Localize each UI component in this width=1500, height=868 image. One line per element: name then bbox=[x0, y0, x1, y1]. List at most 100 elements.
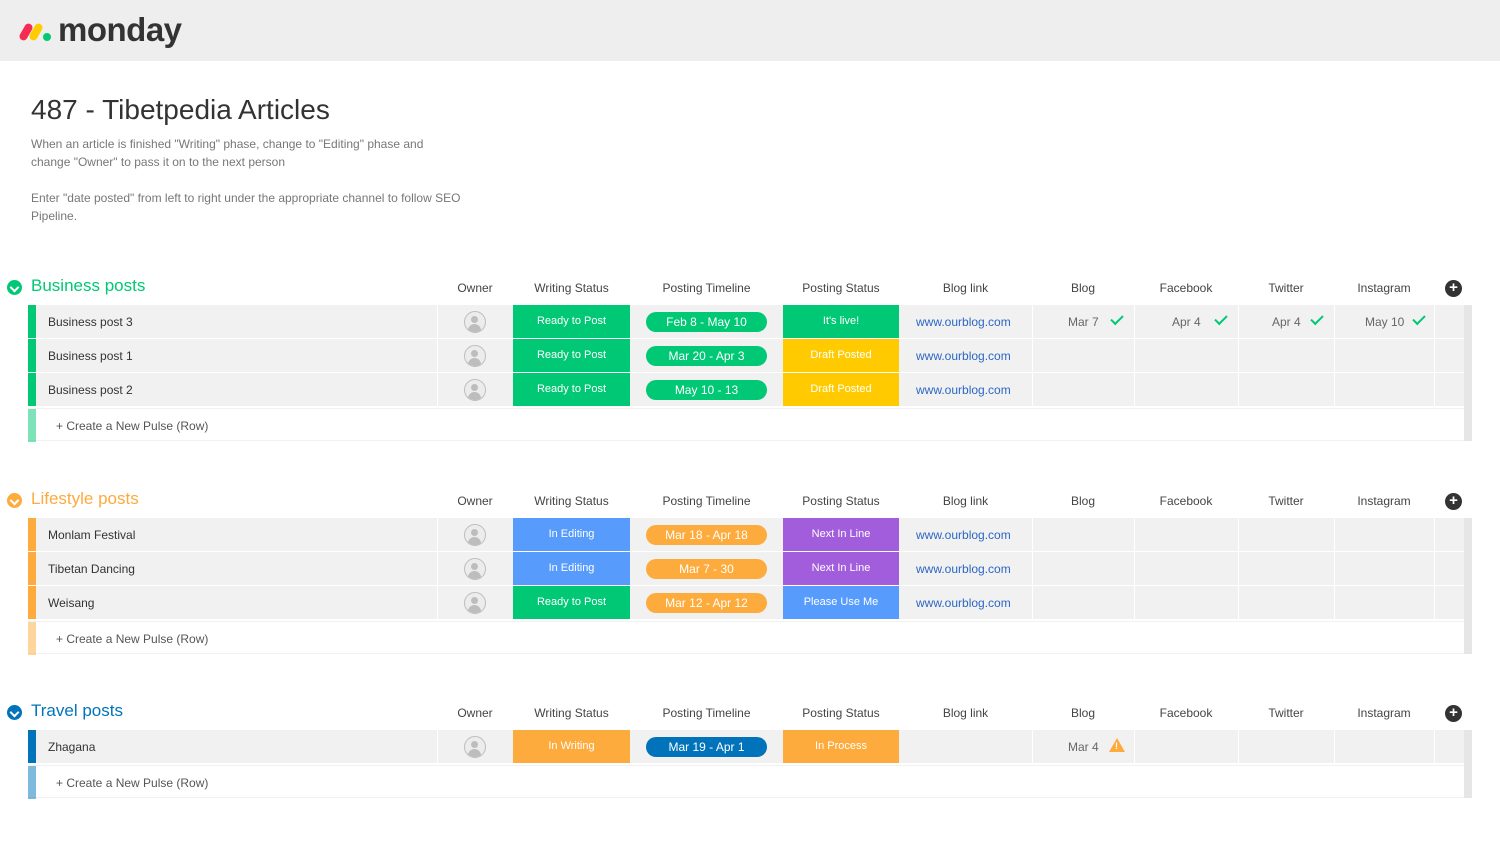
table-row[interactable]: Business post 1 Ready to Post Mar 20 - A… bbox=[28, 339, 1472, 372]
table-row[interactable]: Weisang Ready to Post Mar 12 - Apr 12 Pl… bbox=[28, 586, 1472, 619]
add-column-icon[interactable]: + bbox=[1445, 493, 1462, 510]
column-header-blog-link[interactable]: Blog link bbox=[899, 281, 1032, 295]
column-header-posting-status[interactable]: Posting Status bbox=[783, 494, 899, 508]
board-title[interactable]: 487 - Tibetpedia Articles bbox=[31, 94, 330, 126]
posting-timeline-pill[interactable]: Mar 12 - Apr 12 bbox=[646, 593, 767, 613]
column-header-blog-link[interactable]: Blog link bbox=[899, 706, 1032, 720]
column-header-writing-status[interactable]: Writing Status bbox=[513, 494, 630, 508]
group-title[interactable]: Business posts bbox=[31, 276, 145, 296]
group-title[interactable]: Lifestyle posts bbox=[31, 489, 139, 509]
column-header-posting-status[interactable]: Posting Status bbox=[783, 281, 899, 295]
table-row[interactable]: Business post 3 Ready to Post Feb 8 - Ma… bbox=[28, 305, 1472, 338]
column-header-writing-status[interactable]: Writing Status bbox=[513, 281, 630, 295]
instagram-date[interactable]: May 10 bbox=[1365, 315, 1404, 329]
create-pulse-label[interactable]: + Create a New Pulse (Row) bbox=[56, 776, 208, 790]
column-header-posting-timeline[interactable]: Posting Timeline bbox=[630, 281, 783, 295]
blog-link[interactable]: www.ourblog.com bbox=[916, 596, 1011, 610]
row-name[interactable]: Weisang bbox=[48, 596, 94, 610]
writing-status-cell[interactable]: Ready to Post bbox=[513, 586, 630, 619]
writing-status-cell[interactable]: Ready to Post bbox=[513, 373, 630, 406]
column-header-facebook[interactable]: Facebook bbox=[1134, 494, 1238, 508]
scrollbar[interactable] bbox=[1464, 730, 1472, 798]
column-header-writing-status[interactable]: Writing Status bbox=[513, 706, 630, 720]
owner-avatar-icon[interactable] bbox=[464, 524, 486, 546]
posting-status-cell[interactable]: It's live! bbox=[783, 305, 899, 338]
add-column-icon[interactable]: + bbox=[1445, 705, 1462, 722]
posting-status-cell[interactable]: Please Use Me bbox=[783, 586, 899, 619]
column-header-blog[interactable]: Blog bbox=[1032, 281, 1134, 295]
posting-timeline-pill[interactable]: Mar 18 - Apr 18 bbox=[646, 525, 767, 545]
column-header-owner[interactable]: Owner bbox=[437, 494, 513, 508]
chevron-down-icon[interactable] bbox=[7, 705, 22, 720]
scrollbar[interactable] bbox=[1464, 518, 1472, 654]
create-pulse-row[interactable]: + Create a New Pulse (Row) bbox=[28, 765, 1464, 799]
create-pulse-label[interactable]: + Create a New Pulse (Row) bbox=[56, 632, 208, 646]
column-header-blog[interactable]: Blog bbox=[1032, 494, 1134, 508]
writing-status-cell[interactable]: Ready to Post bbox=[513, 305, 630, 338]
column-header-owner[interactable]: Owner bbox=[437, 706, 513, 720]
column-header-instagram[interactable]: Instagram bbox=[1334, 494, 1434, 508]
column-header-facebook[interactable]: Facebook bbox=[1134, 281, 1238, 295]
posting-status-cell[interactable]: Next In Line bbox=[783, 518, 899, 551]
column-header-posting-timeline[interactable]: Posting Timeline bbox=[630, 494, 783, 508]
owner-avatar-icon[interactable] bbox=[464, 592, 486, 614]
row-name[interactable]: Business post 2 bbox=[48, 383, 133, 397]
owner-avatar-icon[interactable] bbox=[464, 311, 486, 333]
posting-status-cell[interactable]: Draft Posted bbox=[783, 373, 899, 406]
column-header-twitter[interactable]: Twitter bbox=[1238, 706, 1334, 720]
chevron-down-icon[interactable] bbox=[7, 493, 22, 508]
writing-status-cell[interactable]: In Writing bbox=[513, 730, 630, 763]
create-pulse-row[interactable]: + Create a New Pulse (Row) bbox=[28, 408, 1464, 442]
blog-link[interactable]: www.ourblog.com bbox=[916, 562, 1011, 576]
column-header-facebook[interactable]: Facebook bbox=[1134, 706, 1238, 720]
column-header-owner[interactable]: Owner bbox=[437, 281, 513, 295]
writing-status-cell[interactable]: Ready to Post bbox=[513, 339, 630, 372]
row-name[interactable]: Business post 1 bbox=[48, 349, 133, 363]
writing-status-cell[interactable]: In Editing bbox=[513, 552, 630, 585]
owner-avatar-icon[interactable] bbox=[464, 736, 486, 758]
blog-link[interactable]: www.ourblog.com bbox=[916, 349, 1011, 363]
create-pulse-label[interactable]: + Create a New Pulse (Row) bbox=[56, 419, 208, 433]
posting-status-cell[interactable]: In Process bbox=[783, 730, 899, 763]
monday-logo[interactable]: monday bbox=[18, 10, 182, 50]
posting-timeline-pill[interactable]: Mar 19 - Apr 1 bbox=[646, 737, 767, 757]
facebook-date[interactable]: Apr 4 bbox=[1172, 315, 1201, 329]
column-header-twitter[interactable]: Twitter bbox=[1238, 494, 1334, 508]
row-name[interactable]: Monlam Festival bbox=[48, 528, 135, 542]
owner-avatar-icon[interactable] bbox=[464, 345, 486, 367]
row-name[interactable]: Tibetan Dancing bbox=[48, 562, 135, 576]
scrollbar[interactable] bbox=[1464, 305, 1472, 441]
blog-date[interactable]: Mar 4 bbox=[1068, 740, 1099, 754]
create-pulse-row[interactable]: + Create a New Pulse (Row) bbox=[28, 621, 1464, 655]
table-row[interactable]: Monlam Festival In Editing Mar 18 - Apr … bbox=[28, 518, 1472, 551]
table-row[interactable]: Tibetan Dancing In Editing Mar 7 - 30 Ne… bbox=[28, 552, 1472, 585]
table-row[interactable]: Business post 2 Ready to Post May 10 - 1… bbox=[28, 373, 1472, 406]
blog-link[interactable]: www.ourblog.com bbox=[916, 315, 1011, 329]
column-header-posting-timeline[interactable]: Posting Timeline bbox=[630, 706, 783, 720]
posting-status-cell[interactable]: Next In Line bbox=[783, 552, 899, 585]
blog-link[interactable]: www.ourblog.com bbox=[916, 383, 1011, 397]
chevron-down-icon[interactable] bbox=[7, 280, 22, 295]
row-name[interactable]: Business post 3 bbox=[48, 315, 133, 329]
add-column-icon[interactable]: + bbox=[1445, 280, 1462, 297]
posting-timeline-pill[interactable]: Mar 7 - 30 bbox=[646, 559, 767, 579]
row-name[interactable]: Zhagana bbox=[48, 740, 95, 754]
writing-status-cell[interactable]: In Editing bbox=[513, 518, 630, 551]
column-header-instagram[interactable]: Instagram bbox=[1334, 281, 1434, 295]
posting-timeline-pill[interactable]: May 10 - 13 bbox=[646, 380, 767, 400]
posting-timeline-pill[interactable]: Mar 20 - Apr 3 bbox=[646, 346, 767, 366]
column-header-blog[interactable]: Blog bbox=[1032, 706, 1134, 720]
blog-link[interactable]: www.ourblog.com bbox=[916, 528, 1011, 542]
group-title[interactable]: Travel posts bbox=[31, 701, 123, 721]
owner-avatar-icon[interactable] bbox=[464, 558, 486, 580]
owner-avatar-icon[interactable] bbox=[464, 379, 486, 401]
posting-timeline-pill[interactable]: Feb 8 - May 10 bbox=[646, 312, 767, 332]
column-header-posting-status[interactable]: Posting Status bbox=[783, 706, 899, 720]
column-header-blog-link[interactable]: Blog link bbox=[899, 494, 1032, 508]
blog-date[interactable]: Mar 7 bbox=[1068, 315, 1099, 329]
column-header-instagram[interactable]: Instagram bbox=[1334, 706, 1434, 720]
posting-status-cell[interactable]: Draft Posted bbox=[783, 339, 899, 372]
table-row[interactable]: Zhagana In Writing Mar 19 - Apr 1 In Pro… bbox=[28, 730, 1472, 763]
twitter-date[interactable]: Apr 4 bbox=[1272, 315, 1301, 329]
column-header-twitter[interactable]: Twitter bbox=[1238, 281, 1334, 295]
